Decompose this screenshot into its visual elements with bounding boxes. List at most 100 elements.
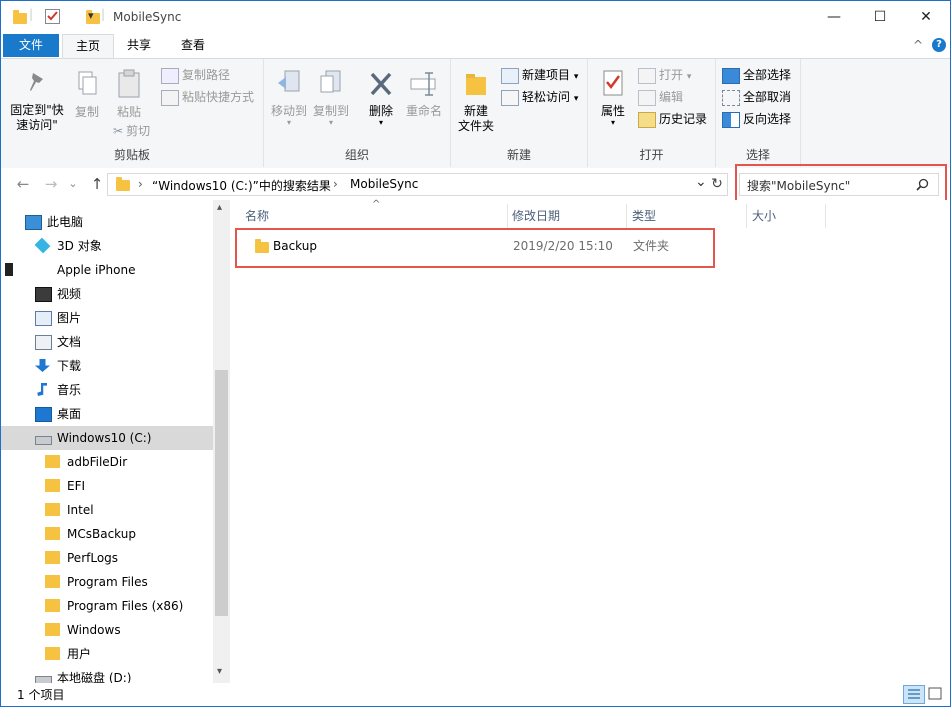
address-dropdown-icon[interactable]: ⌄ — [695, 174, 707, 190]
properties-button[interactable]: 属性 ▾ — [592, 69, 634, 127]
select-none-button[interactable]: 全部取消 — [722, 87, 791, 107]
sidebar-item-label: 桌面 — [57, 407, 82, 421]
easy-access-button[interactable]: 轻松访问 ▾ — [501, 87, 578, 107]
large-icons-view-icon[interactable] — [927, 686, 943, 701]
invert-selection-icon — [722, 111, 740, 128]
cut-button[interactable]: ✂ 剪切 — [113, 121, 150, 141]
minimize-button[interactable]: — — [811, 1, 857, 33]
sidebar-item-folder[interactable]: Program Files — [1, 570, 213, 594]
paste-button[interactable]: 粘贴 — [109, 69, 149, 120]
pc-icon — [25, 215, 42, 230]
select-all-icon — [722, 67, 740, 84]
copy-to-label: 复制到 — [312, 104, 349, 118]
sidebar-item-label: MCsBackup — [67, 527, 136, 541]
column-header-type[interactable]: 类型 — [632, 204, 747, 228]
sidebar-item-downloads[interactable]: 下载 — [1, 354, 213, 378]
easy-access-label: 轻松访问 — [522, 90, 571, 104]
sidebar-item-3d-objects[interactable]: 3D 对象 — [1, 234, 213, 258]
open-group-label: 打开 — [639, 148, 664, 162]
properties-icon[interactable] — [45, 9, 60, 24]
copy-to-button[interactable]: 复制到 ▾ — [310, 69, 352, 127]
up-button[interactable]: ↑ — [87, 174, 107, 194]
folder-icon — [45, 455, 60, 468]
pin-label-line1: 固定到"快 — [10, 103, 64, 117]
tab-file[interactable]: 文件 — [3, 34, 59, 57]
copy-button[interactable]: 复制 — [67, 71, 107, 120]
breadcrumb-search-results[interactable]: “Windows10 (C:)”中的搜索结果 — [152, 177, 331, 194]
copy-to-icon — [320, 70, 341, 93]
new-folder-button[interactable]: 新建 文件夹 — [455, 69, 497, 134]
open-button[interactable]: 打开 ▾ — [638, 65, 691, 85]
sidebar-item-label: Windows — [67, 623, 121, 637]
sidebar-item-documents[interactable]: 文档 — [1, 330, 213, 354]
downloads-icon — [35, 359, 50, 372]
sidebar-item-folder[interactable]: EFI — [1, 474, 213, 498]
scrollbar-thumb[interactable] — [215, 370, 228, 616]
tab-share[interactable]: 共享 — [117, 34, 161, 57]
select-all-button[interactable]: 全部选择 — [722, 65, 791, 85]
ribbon-collapse-icon[interactable]: ^ — [913, 38, 923, 52]
status-bar: 1 个项目 — [1, 683, 950, 706]
recent-locations-button[interactable]: ⌄ — [63, 174, 83, 194]
sidebar-item-folder[interactable]: MCsBackup — [1, 522, 213, 546]
folder-icon — [45, 647, 60, 660]
sidebar-item-label: 下载 — [57, 359, 82, 373]
invert-selection-label: 反向选择 — [743, 112, 792, 126]
back-button[interactable]: ← — [13, 174, 33, 194]
help-icon[interactable]: ? — [932, 38, 946, 52]
paste-shortcut-button[interactable]: 粘贴快捷方式 — [161, 87, 254, 107]
column-header-date[interactable]: 修改日期 — [512, 204, 627, 228]
invert-selection-button[interactable]: 反向选择 — [722, 109, 791, 129]
sidebar-item-music[interactable]: 音乐 — [1, 378, 213, 402]
sidebar-item-pc[interactable]: 此电脑 — [1, 210, 213, 234]
rename-button[interactable]: 重命名 — [402, 69, 446, 119]
folder-icon — [45, 503, 60, 516]
pin-quick-access-button[interactable]: 固定到"快 速访问" — [7, 71, 67, 133]
forward-button[interactable]: → — [41, 174, 61, 194]
nav-scrollbar[interactable]: ▴ ▾ — [213, 200, 230, 683]
sidebar-item-folder[interactable]: Intel — [1, 498, 213, 522]
copy-path-button[interactable]: 复制路径 — [161, 65, 230, 85]
tab-home[interactable]: 主页 — [62, 34, 114, 59]
close-button[interactable]: ✕ — [903, 1, 949, 33]
column-header-name[interactable]: 名称 — [245, 204, 508, 228]
sidebar-item-drive[interactable]: 本地磁盘 (D:) — [1, 666, 213, 683]
new-item-button[interactable]: 新建项目 ▾ — [501, 65, 578, 85]
sidebar-item-folder[interactable]: 用户 — [1, 642, 213, 666]
qa-dropdown-icon[interactable]: ▾ — [88, 9, 94, 22]
folder-icon — [13, 10, 27, 24]
qa-separator: | — [29, 7, 34, 21]
new-group-label: 新建 — [506, 148, 531, 162]
delete-icon — [370, 72, 392, 96]
sidebar-item-folder[interactable]: PerfLogs — [1, 546, 213, 570]
sidebar-item-folder[interactable]: Program Files (x86) — [1, 594, 213, 618]
maximize-button[interactable]: ☐ — [857, 1, 903, 33]
column-header-size[interactable]: 大小 — [752, 204, 826, 228]
sidebar-item-drive[interactable]: Windows10 (C:) — [1, 426, 213, 450]
delete-button[interactable]: 删除 ▾ — [361, 69, 401, 127]
breadcrumb-separator: › — [138, 177, 143, 191]
scroll-down-icon[interactable]: ▾ — [217, 666, 222, 677]
breadcrumb-mobilesync[interactable]: MobileSync — [350, 177, 418, 191]
address-bar[interactable]: › “Windows10 (C:)”中的搜索结果 › MobileSync ⌄ — [107, 173, 728, 196]
properties-icon — [603, 70, 623, 96]
details-view-icon[interactable] — [903, 685, 925, 704]
edit-button[interactable]: 编辑 — [638, 87, 683, 107]
sidebar-item-folder[interactable]: adbFileDir — [1, 450, 213, 474]
select-none-label: 全部取消 — [743, 90, 792, 104]
sidebar-item-label: 视频 — [57, 287, 82, 301]
file-highlight-box — [235, 228, 715, 268]
sidebar-item-pictures[interactable]: 图片 — [1, 306, 213, 330]
chevron-down-icon: ▾ — [573, 94, 579, 104]
tab-view[interactable]: 查看 — [168, 34, 218, 57]
history-icon — [638, 111, 656, 128]
refresh-icon[interactable]: ↻ — [707, 174, 727, 194]
scroll-up-icon[interactable]: ▴ — [217, 202, 222, 213]
history-button[interactable]: 历史记录 — [638, 109, 707, 129]
sidebar-item-folder[interactable]: Windows — [1, 618, 213, 642]
sidebar-item-iphone[interactable]: Apple iPhone — [1, 258, 213, 282]
pictures-icon — [35, 311, 52, 326]
sidebar-item-video[interactable]: 视频 — [1, 282, 213, 306]
move-to-button[interactable]: 移动到 ▾ — [268, 69, 310, 127]
sidebar-item-desktop[interactable]: 桌面 — [1, 402, 213, 426]
